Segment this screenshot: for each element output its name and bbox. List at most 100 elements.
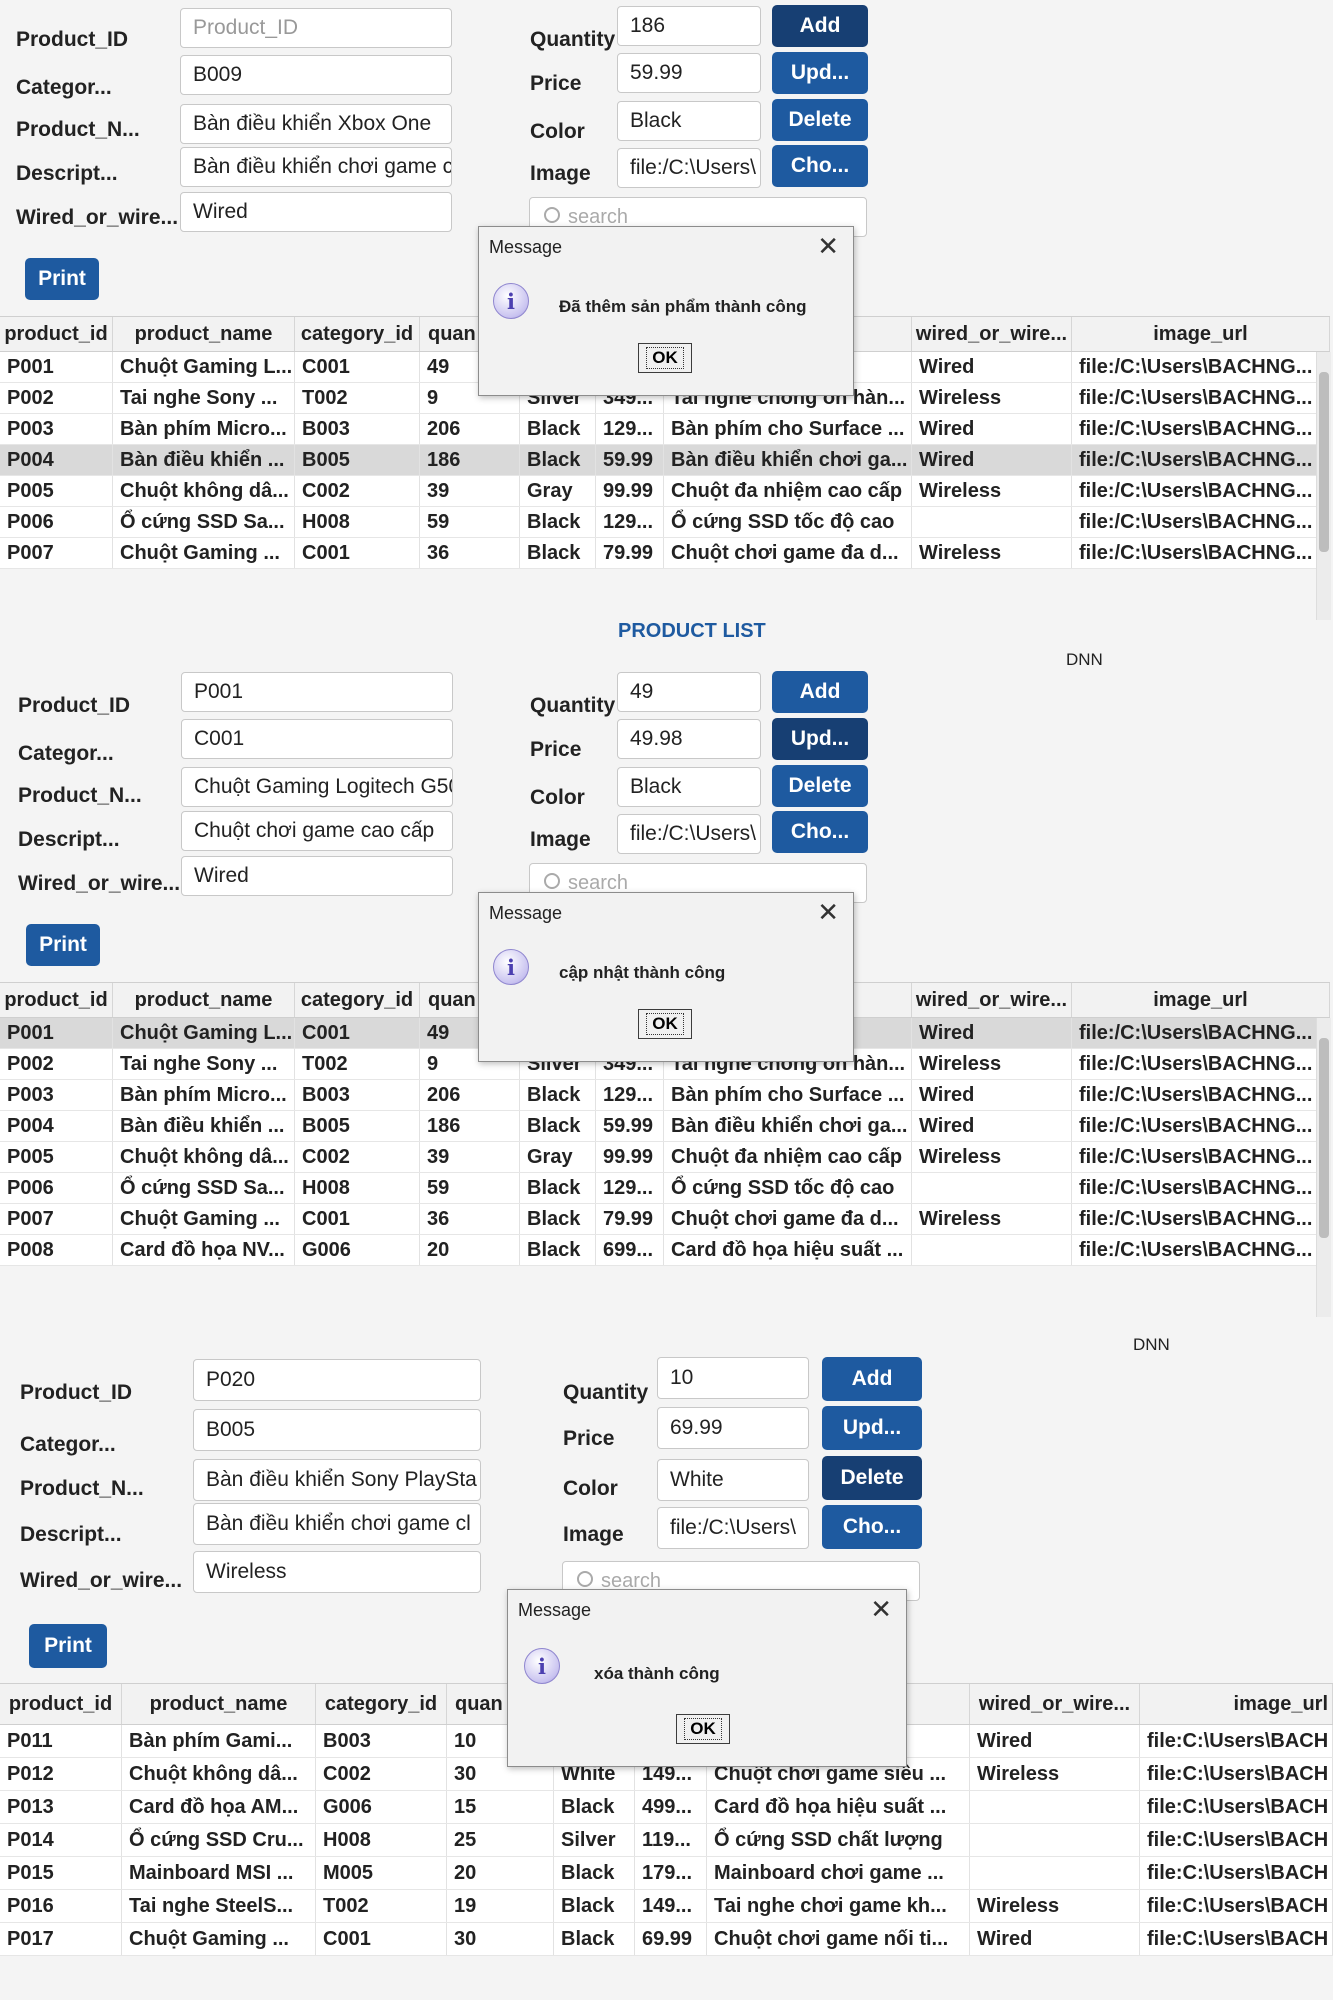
product-id-input[interactable]: P020 <box>193 1359 481 1401</box>
update-button[interactable]: Upd... <box>772 52 868 94</box>
cell-image-url: file:/C:\Users\BACHNG... <box>1072 1235 1330 1265</box>
col-header-category-id[interactable]: category_id <box>295 317 420 351</box>
col-header-wired[interactable]: wired_or_wire... <box>912 983 1072 1017</box>
col-header-product-name[interactable]: product_name <box>113 317 295 351</box>
choose-image-button[interactable]: Cho... <box>822 1505 922 1549</box>
ok-button[interactable]: OK <box>638 343 692 373</box>
cell-description: Chuột đa nhiệm cao cấp <box>664 1142 912 1172</box>
table-row[interactable]: P004 Bàn điều khiển ... B005 186 Black 59.99 B… <box>0 1111 1330 1142</box>
product-id-input[interactable]: Product_ID <box>180 8 452 48</box>
table-scrollbar[interactable] <box>1316 1018 1331 1317</box>
label-wired: Wired_or_wire... <box>16 206 179 229</box>
wired-input[interactable]: Wired <box>181 856 453 896</box>
table-row[interactable]: P007 Chuột Gaming ... C001 36 Black 79.99 Chuộ… <box>0 1204 1330 1235</box>
col-header-image-url[interactable]: image_url <box>1140 1684 1333 1724</box>
table-row[interactable]: P017 Chuột Gaming ... C001 30 Black 69.99 Chuộ… <box>0 1923 1333 1956</box>
cell-color: Black <box>520 1173 596 1203</box>
col-header-category-id[interactable]: category_id <box>316 1684 447 1724</box>
table-row[interactable]: P003 Bàn phím Micro... B003 206 Black 129... B… <box>0 1080 1330 1111</box>
table-row[interactable]: P016 Tai nghe SteelS... T002 19 Black 149... T… <box>0 1890 1333 1923</box>
description-input[interactable]: Chuột chơi game cao cấp <box>181 811 453 851</box>
delete-button[interactable]: Delete <box>772 765 868 807</box>
choose-image-button[interactable]: Cho... <box>772 145 868 187</box>
image-input[interactable]: file:/C:\Users\ <box>657 1507 809 1549</box>
cell-quantity: 20 <box>447 1857 554 1889</box>
table-scrollbar[interactable] <box>1316 352 1331 620</box>
cell-category-id: B003 <box>316 1725 447 1757</box>
description-input[interactable]: Bàn điều khiển chơi game cc <box>180 147 452 187</box>
image-input[interactable]: file:/C:\Users\ <box>617 148 761 188</box>
add-button[interactable]: Add <box>772 5 868 47</box>
scroll-thumb[interactable] <box>1319 372 1329 552</box>
col-header-wired[interactable]: wired_or_wire... <box>970 1684 1140 1724</box>
col-header-image-url[interactable]: image_url <box>1072 317 1330 351</box>
quantity-input[interactable]: 10 <box>657 1357 809 1399</box>
update-button[interactable]: Upd... <box>822 1406 922 1450</box>
image-input[interactable]: file:/C:\Users\ <box>617 814 761 854</box>
cell-product-id: P005 <box>0 476 113 506</box>
product-name-input[interactable]: Bàn điều khiển Sony PlaySta <box>193 1459 481 1501</box>
cell-category-id: C002 <box>316 1758 447 1790</box>
print-button[interactable]: Print <box>25 258 99 300</box>
delete-button[interactable]: Delete <box>822 1456 922 1500</box>
table-row[interactable]: P005 Chuột không dâ... C002 39 Gray 99.99 Chuộ… <box>0 476 1330 507</box>
table-row[interactable]: P015 Mainboard MSI ... M005 20 Black 179... Ma… <box>0 1857 1333 1890</box>
col-header-category-id[interactable]: category_id <box>295 983 420 1017</box>
wired-input[interactable]: Wired <box>180 192 452 232</box>
ok-button[interactable]: OK <box>638 1009 692 1039</box>
table-row[interactable]: P006 Ổ cứng SSD Sa... H008 59 Black 129... Ổ c… <box>0 507 1330 538</box>
table-row[interactable]: P004 Bàn điều khiển ... B005 186 Black 59.99 B… <box>0 445 1330 476</box>
product-name-input[interactable]: Bàn điều khiển Xbox One <box>180 104 452 144</box>
category-input[interactable]: B009 <box>180 55 452 95</box>
close-icon[interactable]: ✕ <box>817 231 839 262</box>
table-row[interactable]: P005 Chuột không dâ... C002 39 Gray 99.99 Chuộ… <box>0 1142 1330 1173</box>
price-input[interactable]: 69.99 <box>657 1407 809 1449</box>
cell-product-name: Ổ cứng SSD Sa... <box>113 507 295 537</box>
col-header-product-id[interactable]: product_id <box>0 317 113 351</box>
close-icon[interactable]: ✕ <box>817 897 839 928</box>
color-input[interactable]: White <box>657 1459 809 1501</box>
update-button[interactable]: Upd... <box>772 718 868 760</box>
table-row[interactable]: P008 Card đồ họa NV... G006 20 Black 699... Ca… <box>0 1235 1330 1266</box>
scroll-thumb[interactable] <box>1319 1038 1329 1238</box>
table-row[interactable]: P014 Ổ cứng SSD Cru... H008 25 Silver 119... Ổ… <box>0 1824 1333 1857</box>
cell-image-url: file:/C:\Users\BACHNG... <box>1072 414 1330 444</box>
description-input[interactable]: Bàn điều khiển chơi game cl <box>193 1503 481 1545</box>
col-header-wired[interactable]: wired_or_wire... <box>912 317 1072 351</box>
cell-price: 59.99 <box>596 1111 664 1141</box>
add-button[interactable]: Add <box>772 671 868 713</box>
product-id-input[interactable]: P001 <box>181 672 453 712</box>
category-input[interactable]: B005 <box>193 1409 481 1451</box>
table-row[interactable]: P006 Ổ cứng SSD Sa... H008 59 Black 129... Ổ c… <box>0 1173 1330 1204</box>
choose-image-button[interactable]: Cho... <box>772 811 868 853</box>
label-quantity: Quantity <box>530 28 616 51</box>
table-row[interactable]: P003 Bàn phím Micro... B003 206 Black 129... B… <box>0 414 1330 445</box>
close-icon[interactable]: ✕ <box>870 1594 892 1625</box>
color-input[interactable]: Black <box>617 101 761 141</box>
price-input[interactable]: 49.98 <box>617 719 761 759</box>
print-button[interactable]: Print <box>29 1624 107 1668</box>
add-button[interactable]: Add <box>822 1357 922 1401</box>
cell-image-url: file:C:\Users\BACH <box>1140 1725 1333 1757</box>
ok-button[interactable]: OK <box>676 1714 730 1744</box>
product-name-input[interactable]: Chuột Gaming Logitech G50 <box>181 767 453 807</box>
col-header-product-id[interactable]: product_id <box>0 983 113 1017</box>
category-input[interactable]: C001 <box>181 719 453 759</box>
dialog-message: Đã thêm sản phẩm thành công <box>559 297 807 316</box>
quantity-input[interactable]: 49 <box>617 672 761 712</box>
wired-input[interactable]: Wireless <box>193 1551 481 1593</box>
col-header-product-id[interactable]: product_id <box>0 1684 122 1724</box>
col-header-product-name[interactable]: product_name <box>122 1684 316 1724</box>
col-header-product-name[interactable]: product_name <box>113 983 295 1017</box>
print-button[interactable]: Print <box>26 924 100 966</box>
cell-wired: Wired <box>970 1923 1140 1955</box>
price-input[interactable]: 59.99 <box>617 53 761 93</box>
cell-product-id: P002 <box>0 383 113 413</box>
quantity-input[interactable]: 186 <box>617 6 761 46</box>
cell-wired: Wireless <box>912 1142 1072 1172</box>
table-row[interactable]: P013 Card đồ họa AM... G006 15 Black 499... Ca… <box>0 1791 1333 1824</box>
delete-button[interactable]: Delete <box>772 99 868 141</box>
table-row[interactable]: P007 Chuột Gaming ... C001 36 Black 79.99 Chuộ… <box>0 538 1330 569</box>
col-header-image-url[interactable]: image_url <box>1072 983 1330 1017</box>
color-input[interactable]: Black <box>617 767 761 807</box>
